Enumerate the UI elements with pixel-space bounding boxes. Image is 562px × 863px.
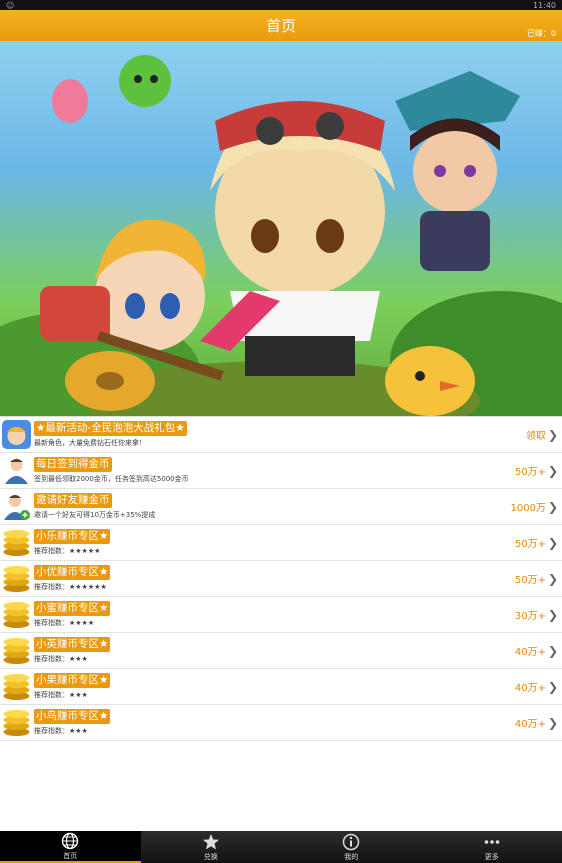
item-desc: 推荐指数：★★★★	[34, 619, 95, 627]
info-icon	[343, 833, 360, 850]
chevron-right-icon: ❯	[547, 571, 558, 586]
item-reward: 40万+	[514, 719, 546, 730]
chevron-right-icon: ❯	[547, 607, 558, 622]
item-desc: 推荐指数：★★★★★	[34, 547, 101, 555]
tab-more[interactable]: 更多	[422, 831, 562, 863]
chevron-right-icon: ❯	[547, 427, 558, 442]
item-title: 小乐赚币专区★	[34, 529, 111, 544]
item-reward: 1000万	[510, 503, 546, 514]
globe-icon	[62, 832, 79, 849]
android-icon: ☺	[6, 0, 15, 10]
title-bar: 首页 已赚：0	[0, 10, 562, 41]
item-title: 小鸟赚币专区★	[34, 709, 111, 724]
list-item[interactable]: 每日签到得金币 签到最低领取2000金币，任务签到高达5000金币 50万+ ❯	[0, 453, 562, 489]
item-title: 每日签到得金币	[34, 457, 112, 472]
item-reward: 40万+	[514, 647, 546, 658]
status-time: 11:40	[532, 0, 556, 10]
item-title: ★最新活动-全民泡泡大战礼包★	[34, 421, 187, 436]
chevron-right-icon: ❯	[547, 643, 558, 658]
list-item[interactable]: 小果赚币专区★ 推荐指数：★★★ 40万+ ❯	[0, 669, 562, 705]
earned-counter: 已赚：0	[526, 29, 556, 38]
list-item[interactable]: 小英赚币专区★ 推荐指数：★★★ 40万+ ❯	[0, 633, 562, 669]
star-icon	[202, 833, 219, 849]
tab-home[interactable]: 首页	[0, 831, 141, 863]
page-title: 首页	[265, 17, 296, 35]
item-title: 小果赚币专区★	[34, 673, 111, 688]
item-reward: 40万+	[514, 683, 546, 694]
item-title: 小优赚币专区★	[34, 565, 111, 580]
item-desc: 推荐指数：★★★	[34, 691, 88, 699]
item-desc: 邀请一个好友可得10万金币+35%提成	[34, 511, 156, 519]
item-desc: 推荐指数：★★★	[34, 655, 88, 663]
promo-banner[interactable]	[0, 41, 562, 416]
coins-icon	[3, 602, 30, 628]
item-title: 小蜜赚币专区★	[34, 601, 111, 616]
item-reward: 50万+	[514, 467, 546, 478]
chevron-right-icon: ❯	[547, 463, 558, 478]
item-desc: 最新角色，大量免费钻石任你来拿！	[34, 439, 146, 447]
item-desc: 签到最低领取2000金币，任务签到高达5000金币	[34, 475, 189, 483]
item-desc: 推荐指数：★★★	[34, 727, 88, 735]
item-title: 邀请好友赚金币	[34, 493, 112, 508]
coins-icon	[3, 638, 30, 664]
user-add-icon	[4, 495, 30, 520]
coins-icon	[3, 530, 30, 556]
item-reward: 30万+	[514, 611, 546, 622]
tab-label: 首页	[63, 851, 78, 860]
game-avatar-icon	[2, 420, 31, 449]
task-list: ★最新活动-全民泡泡大战礼包★ 最新角色，大量免费钻石任你来拿！ 领取 ❯ 每日…	[0, 416, 562, 741]
chevron-right-icon: ❯	[547, 499, 558, 514]
list-item[interactable]: 邀请好友赚金币 邀请一个好友可得10万金币+35%提成 1000万 ❯	[0, 489, 562, 525]
chevron-right-icon: ❯	[547, 715, 558, 730]
game-characters-banner	[0, 55, 562, 416]
status-bar: ☺ 11:40	[0, 0, 562, 10]
user-icon	[5, 459, 28, 484]
list-item[interactable]: 小优赚币专区★ 推荐指数：★★★★★★ 50万+ ❯	[0, 561, 562, 597]
item-reward: 50万+	[514, 575, 546, 586]
coins-icon	[3, 566, 30, 592]
tab-mine[interactable]: 我的	[281, 831, 422, 863]
tab-label: 更多	[484, 852, 499, 861]
coins-icon	[3, 710, 30, 736]
bottom-tab-bar: 首页 兑换 我的 更多	[0, 831, 562, 863]
list-item[interactable]: 小鸟赚币专区★ 推荐指数：★★★ 40万+ ❯	[0, 705, 562, 741]
chevron-right-icon: ❯	[547, 535, 558, 550]
item-reward: 50万+	[514, 539, 546, 550]
list-item[interactable]: 小乐赚币专区★ 推荐指数：★★★★★ 50万+ ❯	[0, 525, 562, 561]
tab-exchange[interactable]: 兑换	[141, 831, 282, 863]
tab-label: 我的	[344, 852, 359, 861]
more-icon	[484, 839, 500, 844]
list-item[interactable]: ★最新活动-全民泡泡大战礼包★ 最新角色，大量免费钻石任你来拿！ 领取 ❯	[0, 417, 562, 453]
item-reward: 领取	[526, 431, 546, 442]
tab-label: 兑换	[203, 852, 218, 861]
item-desc: 推荐指数：★★★★★★	[34, 583, 107, 591]
list-item[interactable]: 小蜜赚币专区★ 推荐指数：★★★★ 30万+ ❯	[0, 597, 562, 633]
item-title: 小英赚币专区★	[34, 637, 111, 652]
coins-icon	[3, 674, 30, 700]
chevron-right-icon: ❯	[547, 679, 558, 694]
